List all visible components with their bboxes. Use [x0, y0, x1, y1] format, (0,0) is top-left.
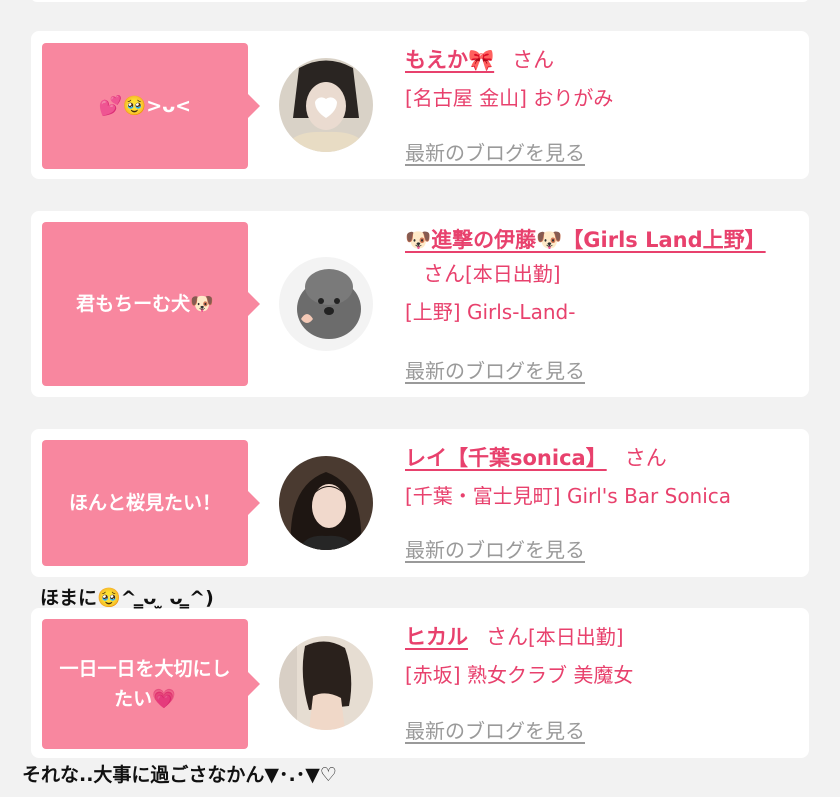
shop-info: [上野] Girls-Land-: [405, 300, 576, 324]
avatar[interactable]: [279, 636, 373, 730]
blog-card[interactable]: 君もちーむ犬🐶 🐶進撃の伊藤🐶【Girls Land上野】さん[本日出勤] [上…: [31, 211, 809, 397]
honorific: さん: [486, 625, 528, 649]
working-today-status: [本日出勤]: [528, 625, 624, 649]
latest-blog-link[interactable]: 最新のブログを見る: [405, 137, 585, 166]
blog-card[interactable]: ほんと桜見たい！ レイ【千葉sonica】 さん [千葉・富士見町] Girl's…: [31, 429, 809, 577]
shop-info: [千葉・富士見町] Girl's Bar Sonica: [405, 484, 732, 508]
comment-bubble: 君もちーむ犬🐶: [42, 222, 260, 386]
card-info: レイ【千葉sonica】 さん [千葉・富士見町] Girl's Bar Soni…: [405, 441, 800, 511]
latest-blog-link[interactable]: 最新のブログを見る: [405, 534, 585, 563]
comment-bubble: ほんと桜見たい！: [42, 440, 260, 566]
avatar-photo-icon: [279, 636, 373, 730]
avatar[interactable]: [279, 257, 373, 351]
overlay-caption: それな..大事に過ごさなかん▼･.･▼♡: [22, 764, 337, 786]
latest-blog-link[interactable]: 最新のブログを見る: [405, 715, 585, 744]
girl-name-link[interactable]: 🐶進撃の伊藤🐶【Girls Land上野】: [405, 228, 766, 252]
shop-info: [赤坂] 熟女クラブ 美魔女: [405, 663, 634, 687]
blog-card[interactable]: 💕🥹>ᴗ< もえか🎀 さん [名古屋 金山] おりがみ 最新のブログを見る: [31, 31, 809, 179]
comment-bubble: 一日一日を大切にしたい💗: [42, 619, 260, 749]
dog-photo-icon: [279, 257, 373, 351]
card-info: 🐶進撃の伊藤🐶【Girls Land上野】さん[本日出勤] [上野] Girls…: [405, 223, 800, 327]
shop-info: [名古屋 金山] おりがみ: [405, 86, 614, 110]
honorific: さん: [423, 262, 465, 286]
girl-name-link[interactable]: ヒカル: [405, 625, 468, 649]
previous-card-edge: [31, 0, 809, 2]
working-today-status: [本日出勤]: [465, 262, 561, 286]
honorific: さん: [512, 48, 555, 72]
latest-blog-link[interactable]: 最新のブログを見る: [405, 355, 585, 384]
girl-name-link[interactable]: もえか🎀: [405, 48, 494, 72]
avatar-photo-icon: [279, 58, 373, 152]
blog-card[interactable]: 一日一日を大切にしたい💗 ヒカル さん[本日出勤] [赤坂] 熟女クラブ 美魔女 …: [31, 608, 809, 758]
avatar[interactable]: [279, 456, 373, 550]
overlay-caption: ほまに🥹^ ̳ᴗ ̫ ᴗ ̳^): [40, 587, 214, 609]
avatar[interactable]: [279, 58, 373, 152]
avatar-photo-icon: [279, 456, 373, 550]
girl-name-link[interactable]: レイ【千葉sonica】: [405, 446, 607, 470]
comment-bubble: 💕🥹>ᴗ<: [42, 43, 260, 169]
card-info: もえか🎀 さん [名古屋 金山] おりがみ: [405, 43, 800, 113]
honorific: さん: [624, 446, 667, 470]
card-info: ヒカル さん[本日出勤] [赤坂] 熟女クラブ 美魔女: [405, 620, 800, 690]
